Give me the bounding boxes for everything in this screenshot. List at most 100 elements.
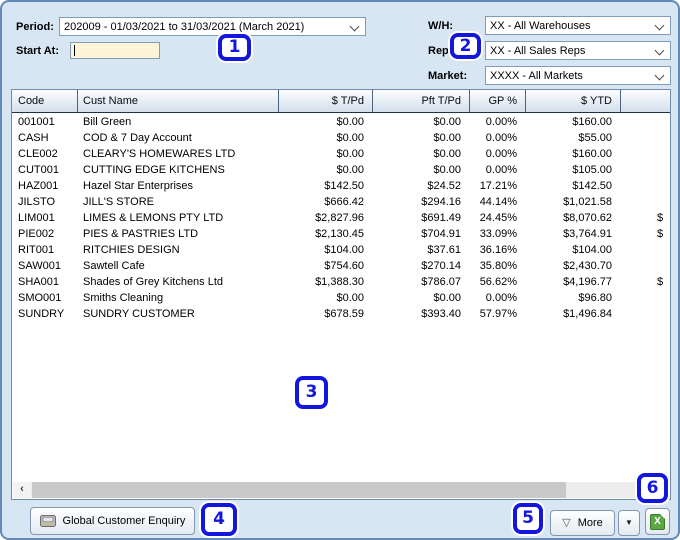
table-row[interactable]: SUNDRY SUNDRY CUSTOMER $678.59 $393.40 57.97… [12,306,670,322]
cell: $294.16 [421,196,461,208]
cell: $270.14 [421,260,461,272]
scroll-left-icon[interactable]: ‹ [13,482,31,498]
cell: $160.00 [572,116,612,128]
table-row[interactable]: HAZ001 Hazel Star Enterprises $142.50 $24.5… [12,178,670,194]
cell: $96.80 [578,292,612,304]
cell: $691.49 [421,212,461,224]
cell: CUTTING EDGE KITCHENS [83,164,225,176]
enquiry-window: Period: 202009 - 01/03/2021 to 31/03/202… [0,0,680,540]
table-row[interactable]: CUT001 CUTTING EDGE KITCHENS $0.00 $0.00 0.0… [12,162,670,178]
cell: $0.00 [433,132,461,144]
more-dropdown-button[interactable]: ▼ [618,510,640,536]
cell: PIES & PASTRIES LTD [83,228,199,240]
cell [620,130,670,146]
cell: 24.45% [479,212,517,224]
market-select[interactable]: XXXX - All Markets [485,66,671,85]
column-divider [77,90,78,112]
cell: $754.60 [324,260,364,272]
column-header[interactable] [620,90,670,112]
table-row[interactable]: RIT001 RITCHIES DESIGN $104.00 $37.61 36.16%… [12,242,670,258]
column-divider [525,90,526,112]
cell [620,114,670,130]
more-button[interactable]: ▽ More [550,510,615,536]
column-header[interactable]: Pft T/Pd [372,90,469,112]
cell: $1,388.30 [315,276,364,288]
cell: CASH [18,132,49,144]
cell: $55.00 [578,132,612,144]
table-row[interactable]: CLE002 CLEARY'S HOMEWARES LTD $0.00 $0.00 0.… [12,146,670,162]
cell: Smiths Cleaning [83,292,164,304]
table-row[interactable]: PIE002 PIES & PASTRIES LTD $2,130.45 $704.9… [12,226,670,242]
column-header[interactable]: Cust Name [77,90,278,112]
column-divider [620,90,621,112]
cell: Sawtell Cafe [83,260,145,272]
callout-3: 3 [295,376,328,409]
table-row[interactable]: CASH COD & 7 Day Account $0.00 $0.00 0.00% $5… [12,130,670,146]
callout-4: 4 [201,503,237,536]
cell: COD & 7 Day Account [83,132,192,144]
warehouse-value: XX - All Warehouses [490,19,591,32]
table-row[interactable]: SAW001 Sawtell Cafe $754.60 $270.14 35.80% $2… [12,258,670,274]
cell: CLE002 [18,148,58,160]
scrollbar-thumb[interactable] [32,482,566,498]
cell [620,258,670,274]
cell: $37.61 [427,244,461,256]
cell: $160.00 [572,148,612,160]
cell [620,146,670,162]
start-at-input[interactable] [70,42,160,59]
cell: $104.00 [324,244,364,256]
cell: $4,196.77 [563,276,612,288]
table-row[interactable]: JILSTO JILL'S STORE $666.42 $294.16 44.14% $1… [12,194,670,210]
table-row[interactable]: SHA001 Shades of Grey Kitchens Ltd $1,388.… [12,274,670,290]
cell: $678.59 [324,308,364,320]
table-row[interactable]: SMO001 Smiths Cleaning $0.00 $0.00 0.00% $96.… [12,290,670,306]
column-header[interactable]: $ T/Pd [278,90,372,112]
export-excel-button[interactable]: X [645,508,670,535]
chevron-down-icon [654,45,665,56]
cell: $1,021.58 [563,196,612,208]
cell: $0.00 [433,148,461,160]
column-header[interactable]: Code [12,90,77,112]
warehouse-select[interactable]: XX - All Warehouses [485,16,671,35]
cell: $ [657,228,664,240]
cell: CLEARY'S HOMEWARES LTD [83,148,236,160]
column-header[interactable]: GP % [469,90,525,112]
customer-table: Code Cust Name $ T/Pd Pft T/Pd GP % $ YTD 001… [11,89,671,500]
table-row[interactable]: 001001 Bill Green $0.00 $0.00 0.00% $160.00 [12,114,670,130]
rep-select[interactable]: XX - All Sales Reps [485,41,671,60]
cell: 0.00% [485,164,517,176]
cell: 0.00% [485,116,517,128]
global-customer-enquiry-button[interactable]: Global Customer Enquiry [30,507,195,535]
cell [620,162,670,178]
cell: 44.14% [479,196,517,208]
cell: $0.00 [336,148,364,160]
triangle-down-icon: ▽ [562,516,571,529]
callout-2: 2 [450,33,481,59]
cell [620,178,670,194]
rep-value: XX - All Sales Reps [490,44,586,57]
cell [620,194,670,210]
text-caret [74,45,75,56]
cell: JILL'S STORE [83,196,154,208]
period-value: 202009 - 01/03/2021 to 31/03/2021 (March… [64,20,305,33]
column-header[interactable]: $ YTD [525,90,620,112]
cell: 33.09% [479,228,517,240]
cell: SAW001 [18,260,62,272]
cell [620,290,670,306]
warehouse-label: W/H: [428,20,454,32]
horizontal-scrollbar[interactable]: ‹ › [13,482,669,498]
cell: 36.16% [479,244,517,256]
register-icon [39,515,56,527]
table-row[interactable]: LIM001 LIMES & LEMONS PTY LTD $2,827.96 $69… [12,210,670,226]
column-divider [469,90,470,112]
callout-1: 1 [218,34,251,61]
cell: $104.00 [572,244,612,256]
cell: $ [657,276,664,288]
market-label: Market: [428,70,468,82]
start-at-label: Start At: [16,45,59,57]
cell: RIT001 [18,244,55,256]
period-select[interactable]: 202009 - 01/03/2021 to 31/03/2021 (March… [59,17,366,36]
cell: 57.97% [479,308,517,320]
cell: $2,430.70 [563,260,612,272]
cell: SUNDRY CUSTOMER [83,308,195,320]
